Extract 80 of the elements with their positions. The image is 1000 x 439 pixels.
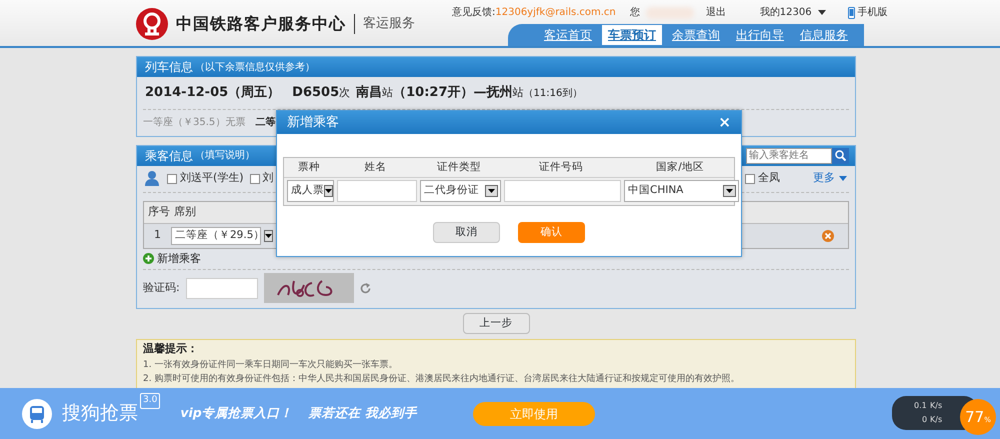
route-text: 南昌站（10:27开）—抚州站（11:16到） — [356, 84, 582, 102]
column-header: 国家/地区 — [655, 160, 705, 175]
greeting-text: 您 — [630, 6, 640, 20]
add-passenger-link[interactable]: 新增乘客 — [137, 248, 855, 269]
caret-icon — [265, 234, 272, 238]
account-menu[interactable]: 我的12306 — [760, 5, 826, 20]
speed-unit: K/s — [930, 400, 942, 412]
panel-note: （以下余票信息仅供参考） — [195, 60, 315, 74]
version-badge: 3.0 — [140, 393, 160, 408]
cancel-button[interactable]: 取消 — [433, 222, 500, 243]
slogan-text: 票若还在 我必到手 — [308, 404, 418, 422]
caret-icon — [488, 189, 495, 193]
column-header: 证件类型 — [436, 160, 482, 175]
tip-text: 2. 购票时可使用的有效身份证件包括：中华人民共和国居民身份证、港澳居民来往内地通行证、台湾居民来往大陆通行证和按规定可使用的有效护照。 — [143, 372, 740, 386]
row-number: 1 — [154, 227, 161, 244]
caret-icon — [726, 189, 733, 193]
panel-note: （填写说明） — [195, 148, 255, 163]
download-speed: 0 — [922, 414, 928, 426]
passenger-name: 刘送平(学生) — [180, 170, 244, 186]
checkbox[interactable] — [745, 174, 755, 184]
slogan-text: vip专属抢票入口！ — [180, 404, 293, 422]
passenger-name: 刘 — [262, 170, 274, 186]
dropdown-button[interactable] — [264, 230, 274, 242]
search-field[interactable]: 输入乘客姓名 — [746, 148, 832, 164]
plus-icon — [143, 253, 154, 264]
tip-text: 1. 一张有效身份证件同一乘车日期同一车次只能购买一张车票。 — [143, 358, 398, 372]
nav-tab[interactable]: 车票预订 — [602, 25, 662, 45]
panel-title: 列车信息 — [145, 59, 193, 76]
country-select[interactable]: 中国CHINA — [624, 180, 739, 202]
checkbox[interactable] — [167, 174, 177, 184]
back-button[interactable]: 上一步 — [462, 313, 530, 334]
dropdown-button[interactable] — [723, 185, 736, 197]
search-icon — [835, 150, 846, 161]
checkbox[interactable] — [250, 174, 260, 184]
column-header: 序号 — [148, 204, 170, 220]
column-header: 姓名 — [364, 160, 388, 175]
site-title: 中国铁路客户服务中心 — [176, 13, 346, 35]
person-icon — [145, 171, 159, 186]
column-header: 证件号码 — [538, 160, 584, 175]
caret-icon — [325, 189, 332, 193]
brand-name: 搜狗抢票 — [62, 401, 138, 426]
site-subtitle: 客运服务 — [363, 15, 415, 34]
id-type-select[interactable]: 二代身份证 — [420, 180, 501, 202]
dropdown-button[interactable] — [324, 185, 333, 197]
panel-title: 乘客信息 — [145, 148, 193, 164]
upload-speed: 0.1 — [914, 400, 927, 412]
captcha-label: 验证码: — [143, 280, 180, 296]
close-button[interactable]: × — [718, 111, 731, 134]
name-field[interactable] — [337, 180, 417, 202]
nav-tab[interactable]: 余票查询 — [666, 25, 726, 45]
blurred-username — [646, 6, 694, 18]
nav-tab[interactable]: 出行向导 — [730, 25, 790, 45]
seat-availability: 二等 — [255, 116, 276, 130]
feedback-label: 意见反馈: — [452, 6, 496, 20]
caret-icon — [818, 10, 826, 15]
id-number-field[interactable] — [504, 180, 621, 202]
caret-icon — [839, 176, 847, 181]
remove-icon — [822, 230, 834, 242]
more-link[interactable]: 更多 — [813, 170, 847, 187]
ticket-type-select[interactable]: 成人票 — [287, 180, 334, 202]
mobile-link[interactable]: 手机版 — [848, 5, 888, 20]
passenger-name: 全凤 — [758, 170, 780, 186]
column-header: 席别 — [174, 204, 196, 220]
train-date: 2014-12-05（周五） — [145, 84, 280, 102]
phone-icon — [848, 6, 855, 18]
nav-tab[interactable]: 客运首页 — [538, 25, 598, 45]
train-number: D6505次 — [292, 84, 350, 102]
search-button[interactable] — [832, 148, 849, 164]
dropdown-button[interactable] — [485, 185, 498, 197]
logo-icon — [136, 8, 168, 40]
seat-availability: 一等座（￥35.5）无票 — [143, 116, 246, 130]
logout-link[interactable]: 退出 — [706, 5, 726, 20]
captcha-field[interactable] — [186, 278, 258, 298]
nav-tab[interactable]: 信息服务 — [794, 25, 854, 45]
tips-title: 温馨提示： — [143, 341, 199, 357]
speed-unit: K/s — [930, 414, 942, 426]
refresh-icon — [360, 282, 371, 294]
bus-icon — [22, 398, 52, 428]
column-header: 票种 — [297, 160, 321, 175]
dialog-title: 新增乘客 — [287, 114, 339, 132]
